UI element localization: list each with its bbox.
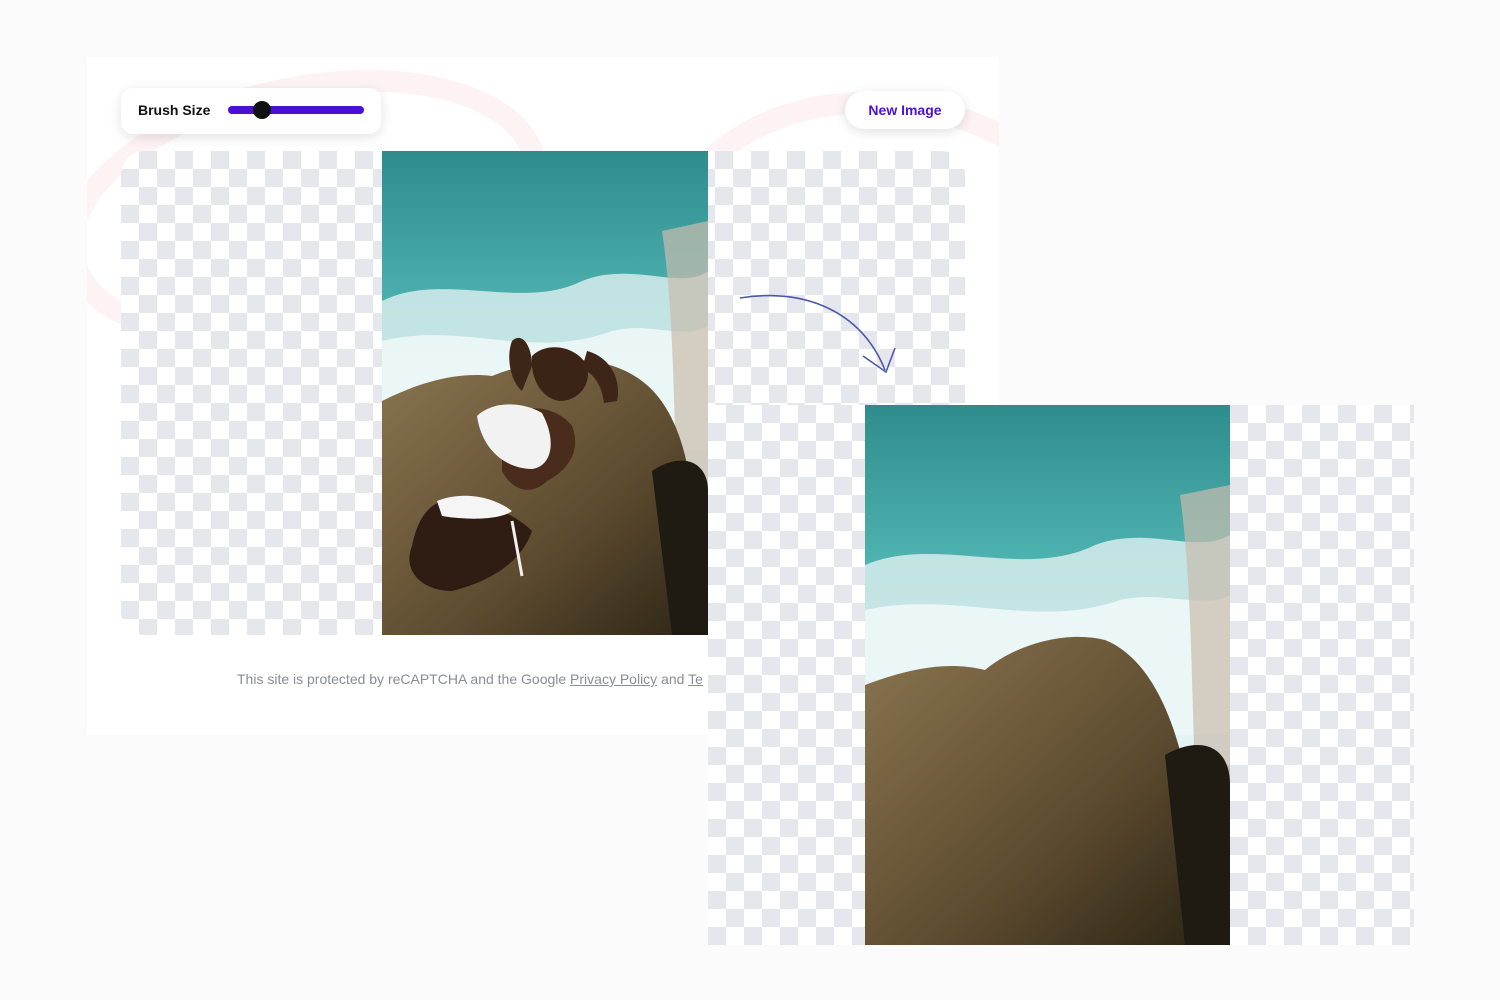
beach-photo-person-removed [865,405,1230,945]
recaptcha-notice: This site is protected by reCAPTCHA and … [237,671,703,687]
curved-arrow-icon [739,294,896,374]
brush-size-control: Brush Size [121,88,381,134]
result-preview [708,405,1414,945]
recaptcha-notice-text: This site is protected by reCAPTCHA and … [237,671,571,687]
original-photo [382,151,708,635]
new-image-button[interactable]: New Image [845,91,965,129]
recaptcha-notice-and: and [657,671,689,687]
brush-size-slider-thumb[interactable] [253,101,271,119]
brush-size-label: Brush Size [138,102,211,118]
result-photo [865,405,1230,945]
terms-link[interactable]: Te [688,671,703,687]
beach-photo-woman [382,151,708,635]
privacy-policy-link[interactable]: Privacy Policy [570,671,657,687]
brush-size-slider[interactable] [228,101,364,119]
